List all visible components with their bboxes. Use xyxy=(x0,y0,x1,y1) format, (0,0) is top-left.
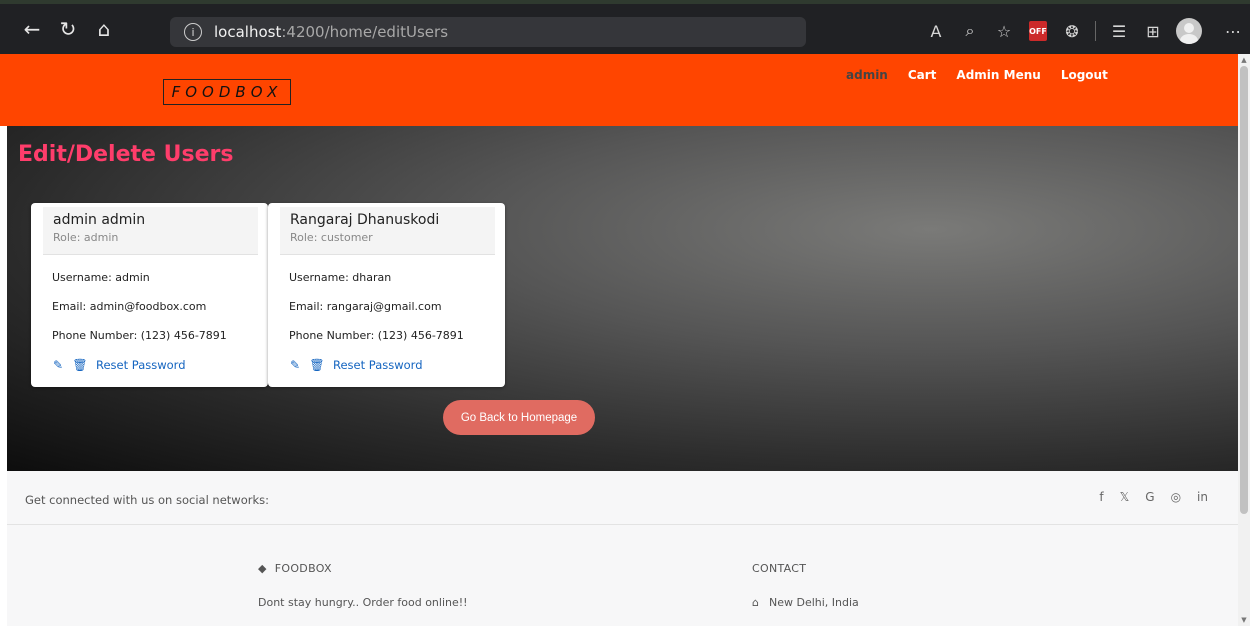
scroll-down-icon[interactable]: ▼ xyxy=(1240,616,1248,624)
user-name: admin admin xyxy=(53,212,146,228)
edit-icon[interactable]: ✎ xyxy=(52,358,64,372)
refresh-icon[interactable]: ↻ xyxy=(54,15,82,43)
google-icon[interactable]: G xyxy=(1145,490,1154,504)
info-icon[interactable]: i xyxy=(184,23,202,41)
nav-admin-menu[interactable]: Admin Menu xyxy=(956,68,1040,82)
read-aloud-icon[interactable]: A xyxy=(919,14,953,48)
reset-password-link[interactable]: Reset Password xyxy=(333,358,423,372)
main-content: Edit/Delete Users admin admin Role: admi… xyxy=(7,126,1238,471)
social-text: Get connected with us on social networks… xyxy=(25,493,270,507)
nav-admin[interactable]: admin xyxy=(846,68,888,82)
linkedin-icon[interactable]: in xyxy=(1197,490,1208,504)
nav-cart[interactable]: Cart xyxy=(908,68,937,82)
site-header: FOODBOX admin Cart Admin Menu Logout xyxy=(0,54,1238,126)
user-email: Email: rangaraj@gmail.com xyxy=(289,300,442,313)
browser-toolbar: ← ↻ ⌂ i localhost :4200/home/editUsers A… xyxy=(0,0,1250,54)
scrollbar-thumb[interactable] xyxy=(1240,66,1248,514)
home-icon[interactable]: ⌂ xyxy=(90,15,118,43)
address-bar[interactable]: i localhost :4200/home/editUsers xyxy=(170,17,806,47)
footer-social: Get connected with us on social networks… xyxy=(7,471,1238,525)
user-username: Username: dharan xyxy=(289,271,392,284)
footer-brand-title: ◆ FOODBOX xyxy=(258,562,332,575)
footer-brand-text: Dont stay hungry.. Order food online!! xyxy=(258,596,468,609)
collections-icon[interactable]: ⊞ xyxy=(1136,14,1170,48)
scrollbar[interactable]: ▲ ▼ xyxy=(1238,54,1250,626)
user-username: Username: admin xyxy=(52,271,150,284)
home-icon: ⌂ xyxy=(752,596,759,609)
zoom-icon[interactable]: ⌕ xyxy=(953,14,987,48)
card-actions: ✎ 🗑 Reset Password xyxy=(289,358,423,372)
more-icon[interactable]: ⋯ xyxy=(1216,14,1250,48)
toolbar-divider xyxy=(1095,21,1096,41)
card-actions: ✎ 🗑 Reset Password xyxy=(52,358,186,372)
edit-icon[interactable]: ✎ xyxy=(289,358,301,372)
user-card: Rangaraj Dhanuskodi Role: customer Usern… xyxy=(268,203,505,387)
url-host: localhost xyxy=(214,23,282,41)
user-card: admin admin Role: admin Username: admin … xyxy=(31,203,268,387)
gem-icon: ◆ xyxy=(258,562,267,575)
user-role: Role: admin xyxy=(53,231,119,244)
facebook-icon[interactable]: f xyxy=(1099,490,1103,504)
top-nav: admin Cart Admin Menu Logout xyxy=(846,68,1108,82)
scroll-up-icon[interactable]: ▲ xyxy=(1240,56,1248,64)
footer-contact-title: CONTACT xyxy=(752,562,807,575)
favorites-icon[interactable]: ☰ xyxy=(1102,14,1136,48)
twitter-icon[interactable]: 𝕏 xyxy=(1120,490,1130,504)
nav-logout[interactable]: Logout xyxy=(1061,68,1108,82)
instagram-icon[interactable]: ◎ xyxy=(1171,490,1181,504)
user-phone: Phone Number: (123) 456-7891 xyxy=(289,329,464,342)
trash-icon[interactable]: 🗑 xyxy=(72,358,87,372)
footer-contact-address: ⌂ New Delhi, India xyxy=(752,596,859,609)
favorite-icon[interactable]: ☆ xyxy=(987,14,1021,48)
back-icon[interactable]: ← xyxy=(18,15,46,43)
logo[interactable]: FOODBOX xyxy=(163,79,291,105)
card-header: Rangaraj Dhanuskodi Role: customer xyxy=(280,207,495,255)
user-phone: Phone Number: (123) 456-7891 xyxy=(52,329,227,342)
extensions-icon[interactable]: ❂ xyxy=(1055,14,1089,48)
profile-icon[interactable] xyxy=(1176,18,1202,44)
browser-actions: A ⌕ ☆ OFF ❂ ☰ ⊞ ⋯ xyxy=(919,4,1250,58)
reset-password-link[interactable]: Reset Password xyxy=(96,358,186,372)
trash-icon[interactable]: 🗑 xyxy=(309,358,324,372)
extension-off-icon[interactable]: OFF xyxy=(1029,21,1047,41)
user-role: Role: customer xyxy=(290,231,373,244)
card-header: admin admin Role: admin xyxy=(43,207,258,255)
url-path: :4200/home/editUsers xyxy=(281,23,449,41)
page-title: Edit/Delete Users xyxy=(18,142,234,167)
user-name: Rangaraj Dhanuskodi xyxy=(290,212,440,228)
user-email: Email: admin@foodbox.com xyxy=(52,300,207,313)
footer-info: ◆ FOODBOX Dont stay hungry.. Order food o… xyxy=(7,525,1238,626)
social-icons: f 𝕏 G ◎ in xyxy=(1099,490,1208,504)
go-back-homepage-button[interactable]: Go Back to Homepage xyxy=(443,400,595,435)
